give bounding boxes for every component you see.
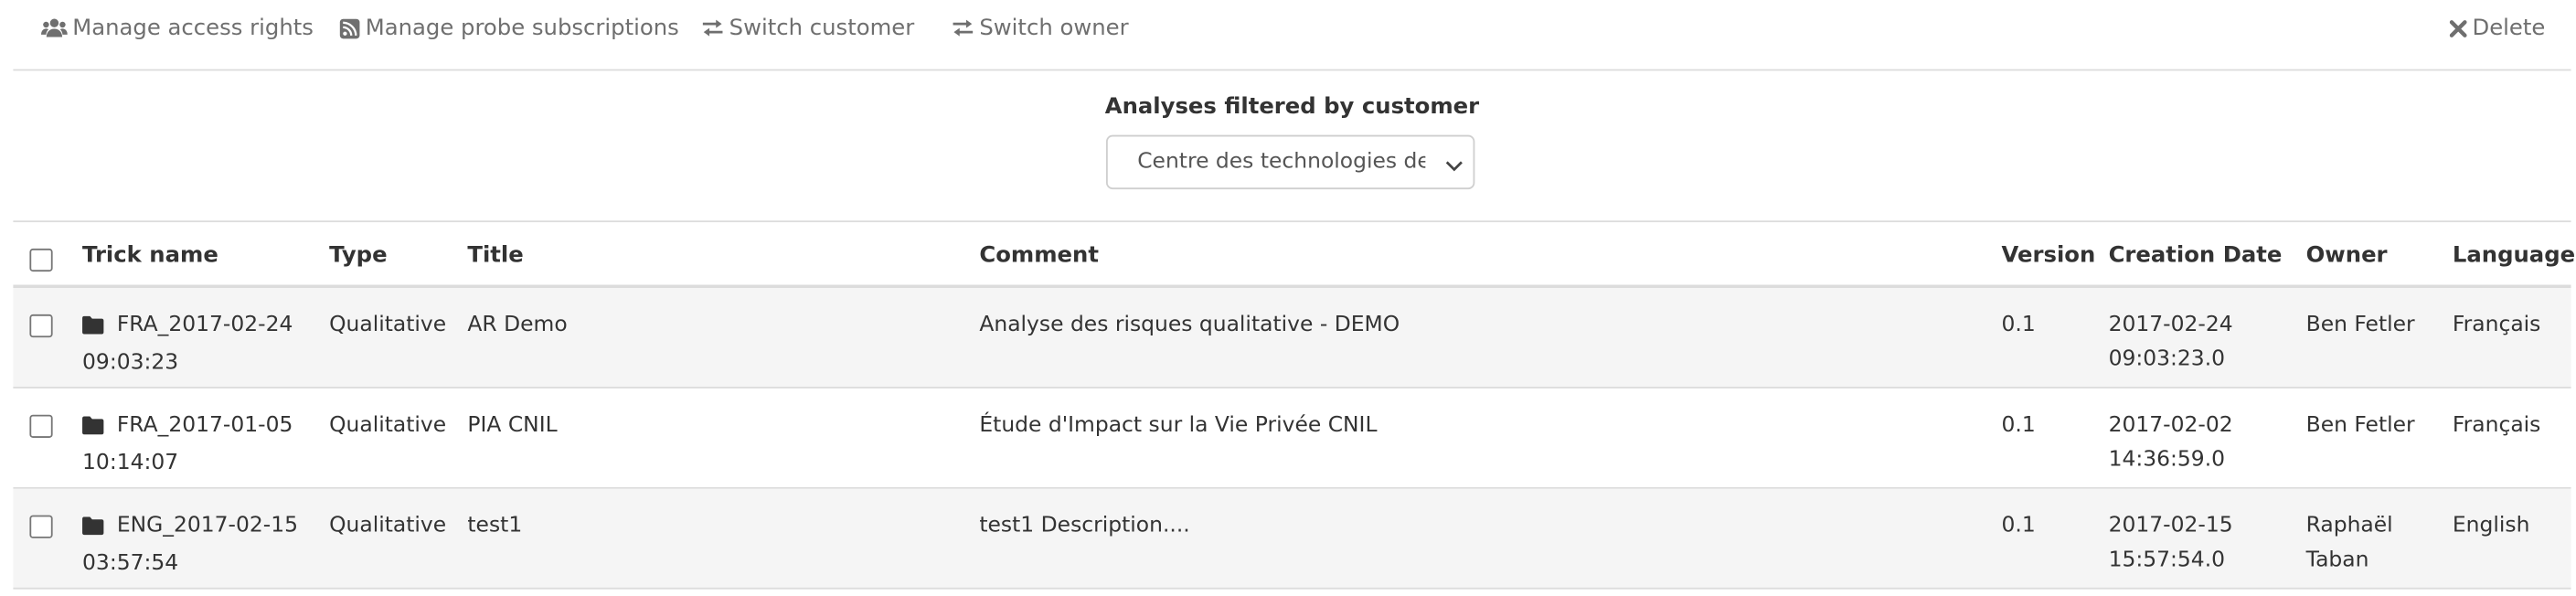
version-cell: 0.1 (2001, 313, 2036, 338)
owner-name-line2: Taban (2305, 548, 2369, 573)
folder-icon (82, 512, 104, 547)
manage-probe-subscriptions-label: Manage probe subscriptions (365, 15, 679, 42)
customer-filter-select[interactable]: Centre des technologies de l'i (1106, 134, 1475, 190)
header-owner[interactable]: Owner (2306, 242, 2388, 269)
type-cell: Qualitative (329, 513, 447, 538)
header-trick-name[interactable]: Trick name (82, 242, 218, 269)
type-cell: Qualitative (329, 313, 447, 338)
creation-date-day: 2017-02-02 (2108, 412, 2233, 438)
table-row[interactable]: FRA_2017-01-05 10:14:07 Qualitative PIA … (13, 388, 2571, 489)
filter-title: Analyses filtered by customer (1104, 93, 1480, 121)
row-checkbox[interactable] (29, 314, 53, 338)
comment-cell: Analyse des risques qualitative - DEMO (979, 313, 1400, 338)
owner-cell: Ben Fetler (2306, 409, 2415, 443)
switch-customer-label: Switch customer (729, 15, 915, 42)
trick-name-time: 10:14:07 (82, 451, 179, 476)
delete-button[interactable]: Delete (2449, 12, 2545, 45)
trick-name-cell: FRA_2017-01-05 10:14:07 (82, 409, 293, 481)
table-row[interactable]: FRA_2017-02-24 09:03:23 Qualitative AR D… (13, 288, 2571, 388)
header-language[interactable]: Language (2453, 242, 2575, 269)
owner-cell: Ben Fetler (2306, 308, 2415, 343)
rss-icon (339, 17, 360, 38)
title-cell: test1 (467, 513, 523, 538)
manage-probe-subscriptions-button[interactable]: Manage probe subscriptions (339, 12, 679, 45)
trick-name-time: 09:03:23 (82, 350, 179, 376)
title-cell: AR Demo (467, 313, 568, 338)
customer-filter-value: Centre des technologies de l'i (1137, 149, 1426, 175)
analyses-table: Trick name Type Title Comment Version Cr… (13, 222, 2575, 590)
owner-name: Ben Fetler (2305, 313, 2415, 338)
comment-cell: Étude d'Impact sur la Vie Privée CNIL (979, 412, 1378, 438)
folder-icon (82, 411, 104, 446)
toolbar: Manage access rights Manage probe subscr… (13, 0, 2571, 71)
manage-access-rights-button[interactable]: Manage access rights (41, 12, 314, 45)
title-cell: PIA CNIL (467, 412, 558, 438)
select-all-checkbox[interactable] (29, 248, 53, 272)
manage-access-rights-label: Manage access rights (72, 15, 314, 42)
users-icon (41, 18, 68, 38)
switch-owner-label: Switch owner (979, 15, 1129, 42)
owner-name: Ben Fetler (2305, 412, 2415, 438)
trick-name-time: 03:57:54 (82, 551, 179, 577)
creation-date-time: 09:03:23.0 (2108, 346, 2226, 372)
trick-name-cell: ENG_2017-02-15 03:57:54 (82, 508, 298, 580)
creation-date-time: 15:57:54.0 (2108, 548, 2226, 573)
owner-name: Raphaël (2305, 513, 2393, 538)
language-cell: Français (2452, 313, 2541, 338)
version-cell: 0.1 (2001, 412, 2036, 438)
trick-name-date: FRA_2017-02-24 (116, 313, 293, 338)
times-icon (2449, 19, 2467, 37)
switch-owner-button[interactable]: Switch owner (952, 12, 1129, 45)
switch-customer-button[interactable]: Switch customer (701, 12, 914, 45)
header-version[interactable]: Version (2002, 242, 2096, 269)
version-cell: 0.1 (2001, 513, 2036, 538)
exchange-icon (701, 18, 724, 38)
table-row[interactable]: ENG_2017-02-15 03:57:54 Qualitative test… (13, 488, 2571, 590)
type-cell: Qualitative (329, 412, 447, 438)
header-comment[interactable]: Comment (979, 242, 1099, 269)
trick-name-date: ENG_2017-02-15 (116, 513, 299, 538)
creation-date-cell: 2017-02-15 15:57:54.0 (2109, 508, 2233, 578)
creation-date-day: 2017-02-15 (2108, 513, 2233, 538)
trick-name-date: FRA_2017-01-05 (116, 412, 293, 438)
delete-label: Delete (2472, 15, 2546, 42)
exchange-icon (952, 18, 974, 38)
comment-cell: test1 Description.... (979, 513, 1190, 538)
row-checkbox[interactable] (29, 515, 53, 538)
creation-date-day: 2017-02-24 (2108, 313, 2233, 338)
header-title[interactable]: Title (467, 242, 523, 269)
language-cell: Français (2452, 412, 2541, 438)
trick-name-cell: FRA_2017-02-24 09:03:23 (82, 308, 293, 380)
folder-icon (82, 311, 104, 346)
chevron-down-icon (1445, 154, 1464, 179)
header-type[interactable]: Type (329, 242, 387, 269)
owner-cell: Raphaël Taban (2306, 508, 2393, 578)
creation-date-cell: 2017-02-24 09:03:23.0 (2109, 308, 2233, 378)
creation-date-time: 14:36:59.0 (2108, 447, 2226, 473)
creation-date-cell: 2017-02-02 14:36:59.0 (2109, 409, 2233, 478)
row-checkbox[interactable] (29, 414, 53, 438)
language-cell: English (2452, 513, 2530, 538)
header-creation-date[interactable]: Creation Date (2109, 242, 2283, 269)
table-header: Trick name Type Title Comment Version Cr… (13, 222, 2575, 289)
